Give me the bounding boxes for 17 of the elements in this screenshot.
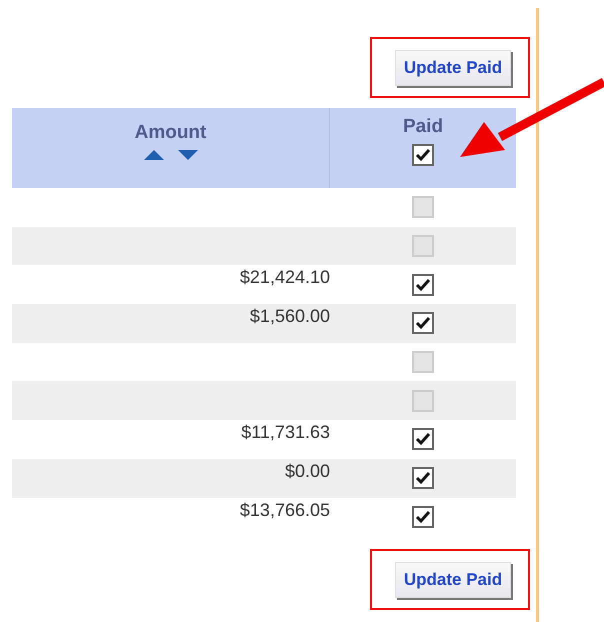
amount-cell: $21,424.10	[240, 267, 330, 290]
checkbox[interactable]	[412, 144, 434, 166]
checkbox[interactable]	[412, 312, 434, 334]
sort-down-icon[interactable]	[178, 150, 198, 160]
sort-up-icon[interactable]	[144, 150, 164, 160]
column-header: Paid	[402, 116, 444, 138]
update-paid-button[interactable]: Update Paid	[394, 50, 512, 86]
amount-cell: $0.00	[284, 460, 330, 483]
checkbox[interactable]	[412, 274, 434, 296]
amount-cell: $11,731.63	[241, 422, 330, 444]
checkbox[interactable]	[412, 428, 434, 450]
checkbox[interactable]	[412, 467, 434, 490]
amount-cell: $13,766.05	[240, 500, 330, 522]
amount-cell: $1,560.00	[250, 306, 330, 328]
update-paid-button[interactable]: Update Paid	[394, 562, 512, 598]
column-header[interactable]: Amount	[134, 122, 206, 144]
checkbox[interactable]	[412, 506, 434, 528]
